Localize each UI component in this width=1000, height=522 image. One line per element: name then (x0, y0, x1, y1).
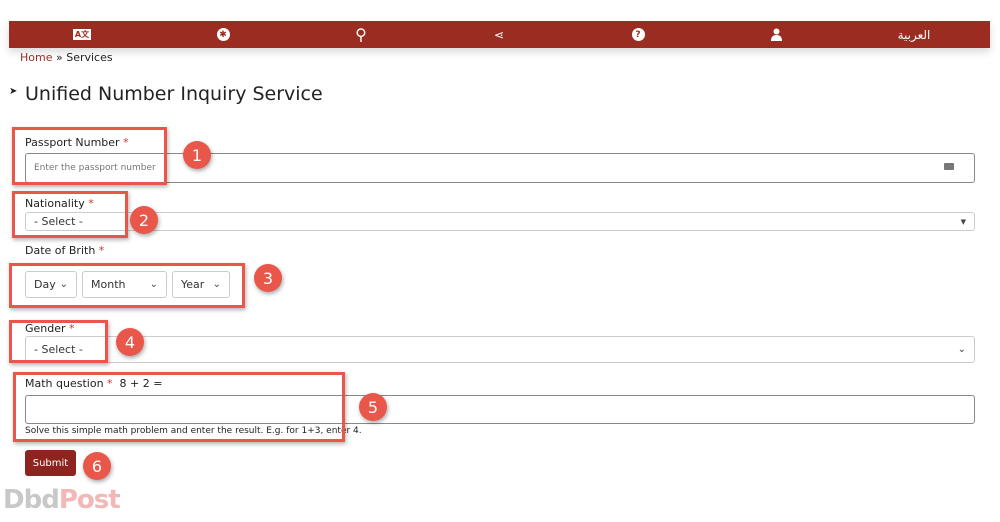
share-icon[interactable]: ⋖ (479, 21, 519, 48)
breadcrumb-current: Services (66, 51, 113, 64)
help-icon[interactable]: ? (618, 21, 658, 48)
gender-select[interactable]: - Select - ⌄ (25, 336, 975, 363)
submit-button[interactable]: Submit (25, 450, 76, 476)
nationality-select[interactable]: - Select - ▼ (25, 212, 975, 231)
annotation-number-3: 3 (254, 264, 282, 292)
user-icon[interactable] (756, 21, 796, 48)
breadcrumb-separator: » (55, 51, 63, 64)
annotation-box-1 (12, 127, 167, 185)
caret-down-icon: ▼ (960, 217, 966, 226)
mouse-cursor-icon: ➤ (9, 86, 18, 97)
annotation-number-5: 5 (359, 393, 387, 421)
language-toggle[interactable]: العربية (889, 21, 939, 48)
annotation-number-6: 6 (83, 452, 111, 480)
dob-label: Date of Brith * (25, 244, 105, 257)
top-navigation-bar: A文 ✱ ⚲ ⋖ ? العربية (9, 21, 990, 48)
annotation-number-1: 1 (183, 141, 211, 169)
translate-icon[interactable]: A文 (62, 21, 102, 48)
annotation-number-4: 4 (116, 328, 144, 356)
annotation-box-4 (9, 320, 108, 363)
passport-number-input[interactable] (25, 153, 975, 183)
annotation-box-5 (13, 372, 345, 442)
page-title: Unified Number Inquiry Service (25, 83, 323, 105)
annotation-number-2: 2 (130, 206, 158, 234)
search-icon[interactable]: ⚲ (341, 21, 381, 48)
chevron-down-icon: ⌄ (957, 344, 966, 355)
keyboard-icon (944, 163, 954, 170)
annotation-box-2 (12, 191, 128, 238)
watermark-logo: DbdPost (3, 485, 121, 515)
breadcrumb: Home » Services (20, 51, 113, 64)
breadcrumb-home[interactable]: Home (20, 51, 52, 64)
annotation-box-3 (9, 263, 245, 308)
accessibility-icon[interactable]: ✱ (203, 21, 243, 48)
